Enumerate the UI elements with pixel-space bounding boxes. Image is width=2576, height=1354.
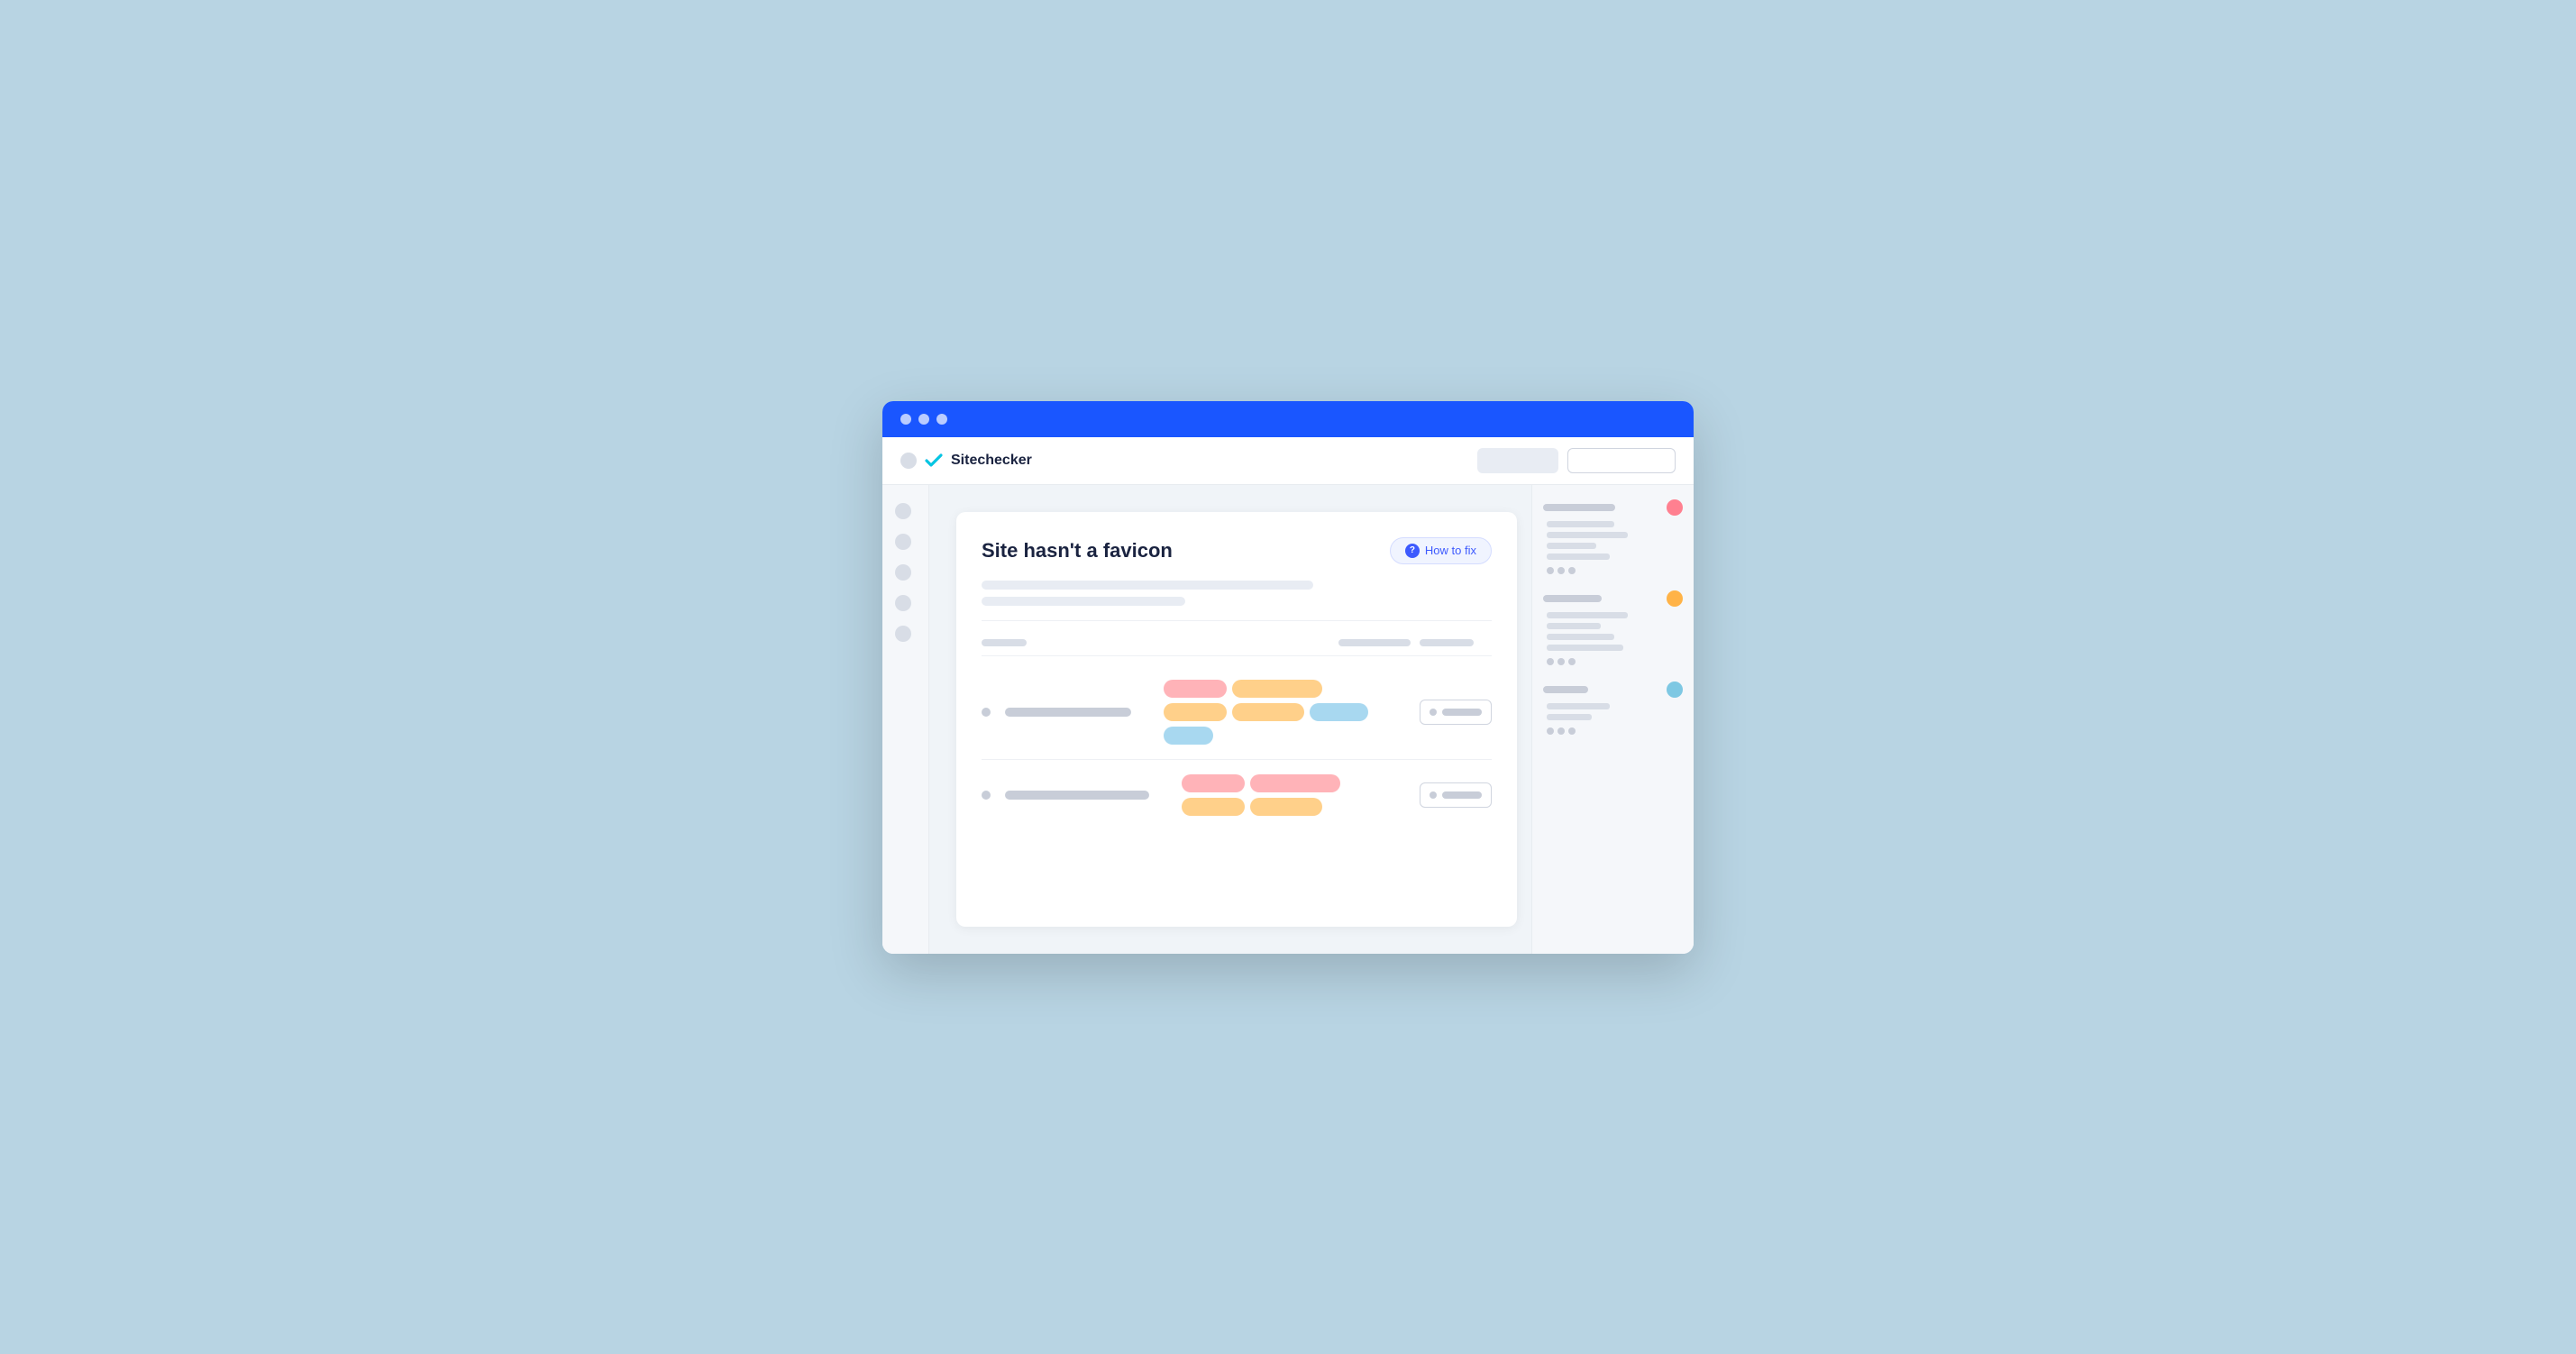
row-text-1 <box>1005 708 1131 717</box>
rs-item-1 <box>1543 499 1683 516</box>
right-sidebar <box>1531 485 1694 954</box>
rs-sub-line-2-4 <box>1547 645 1623 651</box>
header-buttons <box>1477 448 1676 473</box>
description-lines <box>982 581 1492 606</box>
rs-line-header-2 <box>1543 595 1602 602</box>
rs-line-header-3 <box>1543 686 1588 693</box>
how-to-fix-button[interactable]: ? How to fix <box>1390 537 1492 564</box>
header-bar: Sitechecker <box>882 437 1694 485</box>
rs-badge-blue <box>1667 682 1683 698</box>
desc-line-2 <box>982 597 1185 606</box>
action-button-2[interactable] <box>1420 782 1492 808</box>
row-dot-1 <box>982 708 991 717</box>
tags-row-1-3 <box>1164 727 1405 745</box>
header-primary-button[interactable] <box>1477 448 1558 473</box>
logo-area: Sitechecker <box>900 453 1032 469</box>
browser-content: Site hasn't a favicon ? How to fix <box>882 485 1694 954</box>
tag-orange-1 <box>1232 680 1322 698</box>
traffic-dot-1 <box>900 414 911 425</box>
left-sidebar <box>882 485 929 954</box>
rs-dot-3 <box>1568 567 1576 574</box>
row-dot-2 <box>982 791 991 800</box>
rs-dot-8 <box>1557 727 1565 735</box>
action-btn-dot-1 <box>1430 709 1437 716</box>
rs-sub-line-3-1 <box>1547 703 1610 709</box>
rs-dot-6 <box>1568 658 1576 665</box>
rs-dot-9 <box>1568 727 1576 735</box>
rs-dot-4 <box>1547 658 1554 665</box>
tag-blue-2 <box>1164 727 1213 745</box>
tag-pink-1 <box>1164 680 1227 698</box>
logo-text: Sitechecker <box>951 453 1032 469</box>
tag-blue-1 <box>1310 703 1368 721</box>
rs-dot-1 <box>1547 567 1554 574</box>
rs-badge-orange <box>1667 590 1683 607</box>
panel-header: Site hasn't a favicon ? How to fix <box>982 537 1492 564</box>
rs-sub-line-2-1 <box>1547 612 1628 618</box>
rs-sub-line-1-1 <box>1547 521 1614 527</box>
tags-row-2-1 <box>1182 774 1405 792</box>
tags-row-1-2 <box>1164 703 1405 721</box>
browser-window: Sitechecker Site hasn't a favicon ? <box>882 401 1694 954</box>
tag-pink-3 <box>1250 774 1340 792</box>
col-header-2 <box>1338 639 1411 646</box>
rs-sub-line-3-2 <box>1547 714 1592 720</box>
action-button-1[interactable] <box>1420 700 1492 725</box>
tag-pink-2 <box>1182 774 1245 792</box>
sidebar-dot-3 <box>895 564 911 581</box>
rs-sub-lines-2 <box>1543 612 1683 651</box>
rs-line-header-1 <box>1543 504 1615 511</box>
row-text-2 <box>1005 791 1149 800</box>
action-btn-line-1 <box>1442 709 1482 716</box>
rs-dot-7 <box>1547 727 1554 735</box>
rs-section-2 <box>1543 590 1683 665</box>
header-secondary-button[interactable] <box>1567 448 1676 473</box>
traffic-dot-3 <box>936 414 947 425</box>
rs-section-1 <box>1543 499 1683 574</box>
tags-row-2-2 <box>1182 798 1405 816</box>
rs-sub-line-1-2 <box>1547 532 1628 538</box>
sidebar-dot-2 <box>895 534 911 550</box>
tag-orange-5 <box>1250 798 1322 816</box>
tag-orange-4 <box>1182 798 1245 816</box>
rs-sub-line-2-3 <box>1547 634 1614 640</box>
tags-area-2 <box>1182 774 1405 816</box>
table-row-2 <box>982 760 1492 830</box>
tags-area-1 <box>1164 680 1405 745</box>
sidebar-dot-4 <box>895 595 911 611</box>
table-row-1 <box>982 665 1492 760</box>
logo-icon <box>924 453 944 469</box>
rs-sub-lines-3 <box>1543 703 1683 720</box>
col-header-3 <box>1420 639 1474 646</box>
rs-sub-line-1-3 <box>1547 543 1596 549</box>
divider-1 <box>982 620 1492 621</box>
sidebar-dot-1 <box>895 503 911 519</box>
rs-item-3 <box>1543 682 1683 698</box>
traffic-dot-2 <box>918 414 929 425</box>
rs-sub-lines-1 <box>1543 521 1683 560</box>
rs-item-2 <box>1543 590 1683 607</box>
logo-circle <box>900 453 917 469</box>
desc-line-1 <box>982 581 1313 590</box>
rs-sub-line-1-4 <box>1547 553 1610 560</box>
sidebar-dot-5 <box>895 626 911 642</box>
tag-orange-2 <box>1164 703 1227 721</box>
col-header-1 <box>982 639 1027 646</box>
action-btn-line-2 <box>1442 791 1482 799</box>
action-btn-dot-2 <box>1430 791 1437 799</box>
rs-sub-line-2-2 <box>1547 623 1601 629</box>
content-panel: Site hasn't a favicon ? How to fix <box>956 512 1517 927</box>
rs-section-3 <box>1543 682 1683 735</box>
how-to-fix-label: How to fix <box>1425 544 1476 557</box>
browser-titlebar <box>882 401 1694 437</box>
panel-title: Site hasn't a favicon <box>982 539 1173 563</box>
rs-dot-2 <box>1557 567 1565 574</box>
tags-row-1-1 <box>1164 680 1405 698</box>
tag-orange-3 <box>1232 703 1304 721</box>
rs-dot-5 <box>1557 658 1565 665</box>
rs-badge-red <box>1667 499 1683 516</box>
question-icon: ? <box>1405 544 1420 558</box>
